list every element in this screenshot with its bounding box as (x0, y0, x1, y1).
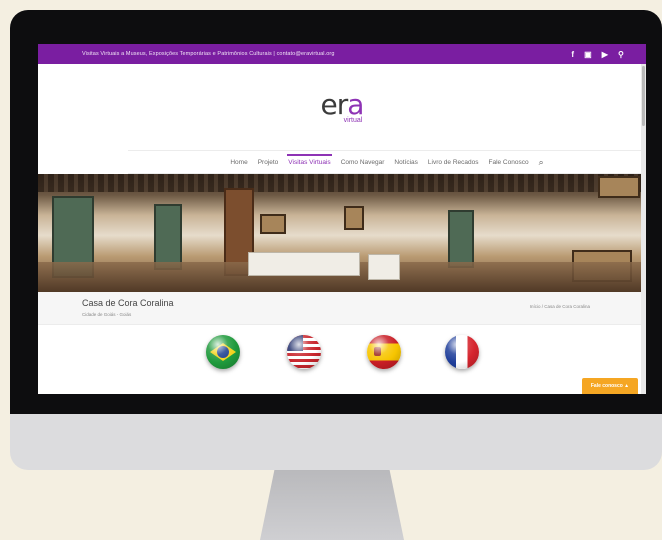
panorama-door (448, 210, 474, 268)
page-title: Casa de Cora Coralina (82, 298, 174, 308)
panorama-stove (368, 254, 400, 280)
panorama-picture (344, 206, 364, 230)
page-title-bar: Casa de Cora Coralina Cidade de Goiás - … (38, 292, 646, 325)
breadcrumb[interactable]: Início / Casa de Cora Coralina (530, 304, 590, 309)
youtube-icon[interactable]: ▶ (602, 50, 608, 59)
scrollbar[interactable] (641, 64, 646, 394)
facebook-icon[interactable]: f (571, 50, 574, 59)
header: era virtual (38, 64, 646, 150)
page-subtitle: Cidade de Goiás - Goiás (82, 312, 132, 317)
panorama-ceiling (38, 174, 646, 192)
nav-item-projeto[interactable]: Projeto (257, 159, 280, 166)
spain-flag-icon[interactable] (367, 335, 401, 369)
monitor-bezel: Visitas Virtuais a Museus, Exposições Te… (10, 10, 662, 414)
nav-item-home[interactable]: Home (229, 159, 248, 166)
logo-wordmark: era (320, 87, 365, 121)
social-links: f ▣ ▶ ⚲ (571, 50, 624, 59)
language-flags (38, 325, 646, 379)
panorama-door (154, 204, 182, 270)
brazil-flag-icon[interactable] (206, 335, 240, 369)
panorama-picture (260, 214, 286, 234)
panorama-picture (598, 176, 640, 198)
top-bar: Visitas Virtuais a Museus, Exposições Te… (38, 44, 646, 64)
nav-item-fale-conosco[interactable]: Fale Conosco (487, 159, 529, 166)
panorama-table (248, 252, 360, 276)
scrollbar-thumb[interactable] (642, 66, 645, 126)
panorama-banner[interactable] (38, 174, 646, 292)
logo-subtitle: virtual (343, 116, 363, 124)
monitor-stand (260, 470, 404, 540)
main-nav: Home Projeto Visitas Virtuais Como Naveg… (128, 150, 646, 174)
nav-item-como-navegar[interactable]: Como Navegar (340, 159, 386, 166)
chat-button[interactable]: Fale conosco ▲ (582, 378, 638, 394)
location-icon[interactable]: ⚲ (618, 50, 624, 59)
site-logo[interactable]: era virtual (320, 87, 365, 124)
nav-item-visitas-virtuais[interactable]: Visitas Virtuais (287, 153, 332, 166)
browser-screen: Visitas Virtuais a Museus, Exposições Te… (38, 44, 646, 394)
instagram-icon[interactable]: ▣ (584, 50, 592, 59)
usa-flag-icon[interactable] (287, 335, 321, 369)
top-bar-text: Visitas Virtuais a Museus, Exposições Te… (82, 51, 335, 57)
monitor-frame: Visitas Virtuais a Museus, Exposições Te… (10, 10, 662, 470)
france-flag-icon[interactable] (445, 335, 479, 369)
search-icon[interactable]: ⌕ (538, 157, 545, 168)
nav-item-livro-de-recados[interactable]: Livro de Recados (427, 159, 480, 166)
nav-item-noticias[interactable]: Notícias (393, 159, 418, 166)
